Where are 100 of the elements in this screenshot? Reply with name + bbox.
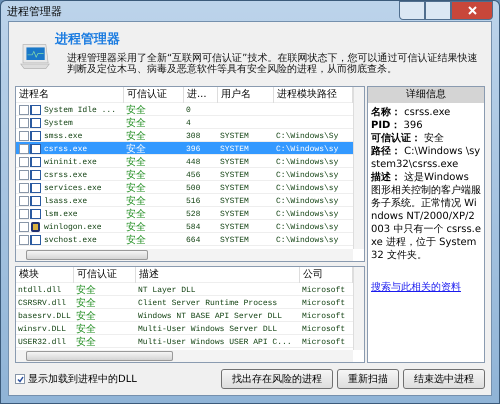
table-cell-text: svchost.exe: [43, 236, 97, 244]
table-cell-text: C:\Windows\sy: [275, 236, 340, 244]
table-cell-text: 安全: [75, 310, 97, 323]
table-cell-text: 安全: [75, 284, 97, 297]
table-cell-text: System Idle ...: [43, 106, 116, 114]
action-button[interactable]: 重新扫描: [337, 369, 399, 389]
table-cell-text: lsass.exe: [43, 196, 88, 206]
table-cell-text: System: [43, 118, 73, 128]
table-cell-text: SYSTEM: [219, 222, 250, 232]
table-cell-text: Multi-User Windows USER API C...: [137, 338, 293, 346]
table-cell-text: Microsoft: [301, 312, 346, 320]
detail-text: 描述： 这是Windows 图形相关控制的客户端服务子系统。正常情况 Windows NT/2000/XP/2003 中只有一个 csrss.exe 进程，位于 System32 文件夹。: [371, 171, 481, 262]
table-cell-text: SYSTEM: [219, 132, 250, 140]
checkbox[interactable]: [19, 118, 29, 128]
table-cell-text: 安全: [75, 296, 97, 310]
checkbox[interactable]: [19, 131, 29, 141]
table-cell-text: SYSTEM: [219, 170, 250, 180]
column-header[interactable]: 进...: [184, 87, 218, 103]
action-button[interactable]: 结束选中进程: [403, 369, 485, 389]
checkbox[interactable]: [19, 157, 29, 167]
checkbox[interactable]: [19, 235, 29, 245]
table-cell-text: Multi-User Windows Server DLL: [137, 324, 278, 334]
process-row[interactable]: svchost.exe 安全 664 SYSTEM C:\Windows\sy: [16, 233, 353, 246]
process-row[interactable]: System Idle ... 安全 0: [16, 103, 353, 116]
checkbox-label: 显示加载到进程中的DLL: [28, 372, 137, 386]
table-cell-text: C:\Windows\sy: [275, 196, 340, 206]
process-row[interactable]: winlogon.exe 安全 584 SYSTEM C:\Windows\sy: [16, 220, 353, 233]
table-cell-text: services.exe: [43, 184, 102, 192]
table-cell-text: csrss.exe: [43, 170, 88, 180]
table-cell-text: CSRSRV.dll: [17, 298, 68, 308]
horizontal-scrollbar[interactable]: [16, 350, 353, 362]
table-cell-text: 456: [185, 170, 202, 180]
checkbox[interactable]: [19, 222, 29, 232]
process-row[interactable]: lsm.exe 安全 528 SYSTEM C:\Windows\sy: [16, 207, 353, 220]
table-cell-text: wininit.exe: [43, 158, 97, 166]
table-cell-text: SYSTEM: [219, 236, 250, 244]
window-icon: [30, 131, 41, 141]
checkbox[interactable]: [19, 170, 29, 180]
process-row[interactable]: services.exe 安全 500 SYSTEM C:\Windows\sy: [16, 181, 353, 194]
table-cell-text: USER32.dll: [17, 338, 68, 346]
column-header[interactable]: 进程名: [16, 87, 124, 103]
table-cell-text: 安全: [75, 322, 97, 336]
table-cell-text: 500: [185, 184, 202, 192]
table-cell-text: 安全: [125, 234, 147, 247]
table-cell-text: 安全: [75, 336, 97, 349]
window-icon: [30, 196, 41, 206]
column-header[interactable]: 用户名: [218, 87, 274, 103]
column-header[interactable]: 可信认证: [124, 87, 184, 103]
horizontal-scrollbar[interactable]: [16, 249, 353, 261]
table-cell-text: 安全: [125, 156, 147, 169]
table-cell-text: 安全: [125, 142, 147, 156]
checkbox[interactable]: [19, 209, 29, 219]
table-cell-text: Microsoft: [301, 338, 346, 346]
header-title: 进程管理器: [55, 31, 121, 48]
checkbox[interactable]: [19, 196, 29, 206]
table-cell-text: C:\Windows\sy: [275, 158, 340, 166]
column-header[interactable]: 模块: [16, 267, 74, 283]
process-row[interactable]: System 安全 4: [16, 116, 353, 129]
checkbox[interactable]: [19, 183, 29, 193]
checkbox[interactable]: [15, 374, 25, 384]
table-cell-text: SYSTEM: [219, 210, 250, 218]
table-cell-text: 448: [185, 158, 202, 166]
details-title: 详细信息: [368, 87, 484, 103]
close-icon: [468, 6, 476, 15]
table-cell-text: SYSTEM: [219, 184, 250, 192]
table-cell-text: Microsoft: [301, 286, 346, 294]
table-cell-text: C:\Windows\sy: [275, 222, 340, 232]
table-cell-text: C:\Windows\sy: [275, 170, 340, 180]
table-cell-text: 安全: [125, 182, 147, 195]
table-cell-text: 安全: [125, 168, 147, 182]
table-cell-text: 308: [185, 132, 202, 140]
window-icon: [30, 105, 41, 115]
column-header[interactable]: 可信认证: [74, 267, 136, 283]
maximize-button[interactable]: [425, 1, 451, 20]
table-cell-text: Windows NT BASE API Server DLL: [137, 312, 284, 320]
table-cell-text: C:\Windows\sy: [275, 184, 340, 192]
table-cell-text: C:\Windows\sy: [275, 144, 340, 154]
checkbox[interactable]: [19, 144, 29, 154]
window-icon: [30, 144, 41, 154]
vertical-scrollbar[interactable]: [353, 87, 364, 249]
table-cell-text: 安全: [125, 194, 147, 208]
action-button[interactable]: 找出存在风险的进程: [221, 369, 333, 389]
table-cell-text: 584: [185, 222, 202, 232]
detail-text: 路径： C:\Windows \system32\csrss.exe: [371, 145, 481, 171]
column-header[interactable]: 描述: [136, 267, 300, 283]
detail-text: 名称： csrss.exe: [371, 106, 452, 119]
process-row[interactable]: lsass.exe 安全 516 SYSTEM C:\Windows\sy: [16, 194, 353, 207]
vertical-scrollbar[interactable]: [353, 267, 364, 350]
close-button[interactable]: [451, 1, 493, 20]
search-link[interactable]: 搜索与此相关的资料: [371, 280, 481, 294]
detail-text: PID： 396: [371, 119, 424, 132]
table-cell-text: 安全: [125, 220, 147, 234]
table-cell-text: 516: [185, 196, 202, 206]
table-cell-text: csrss.exe: [43, 144, 88, 154]
table-cell-text: lsm.exe: [43, 210, 78, 218]
minimize-button[interactable]: [399, 1, 425, 20]
process-row[interactable]: csrss.exe 安全 456 SYSTEM C:\Windows\sy: [16, 168, 353, 181]
checkbox[interactable]: [19, 105, 29, 115]
process-row[interactable]: wininit.exe 安全 448 SYSTEM C:\Windows\sy: [16, 155, 353, 168]
table-cell-text: 4: [185, 118, 192, 128]
